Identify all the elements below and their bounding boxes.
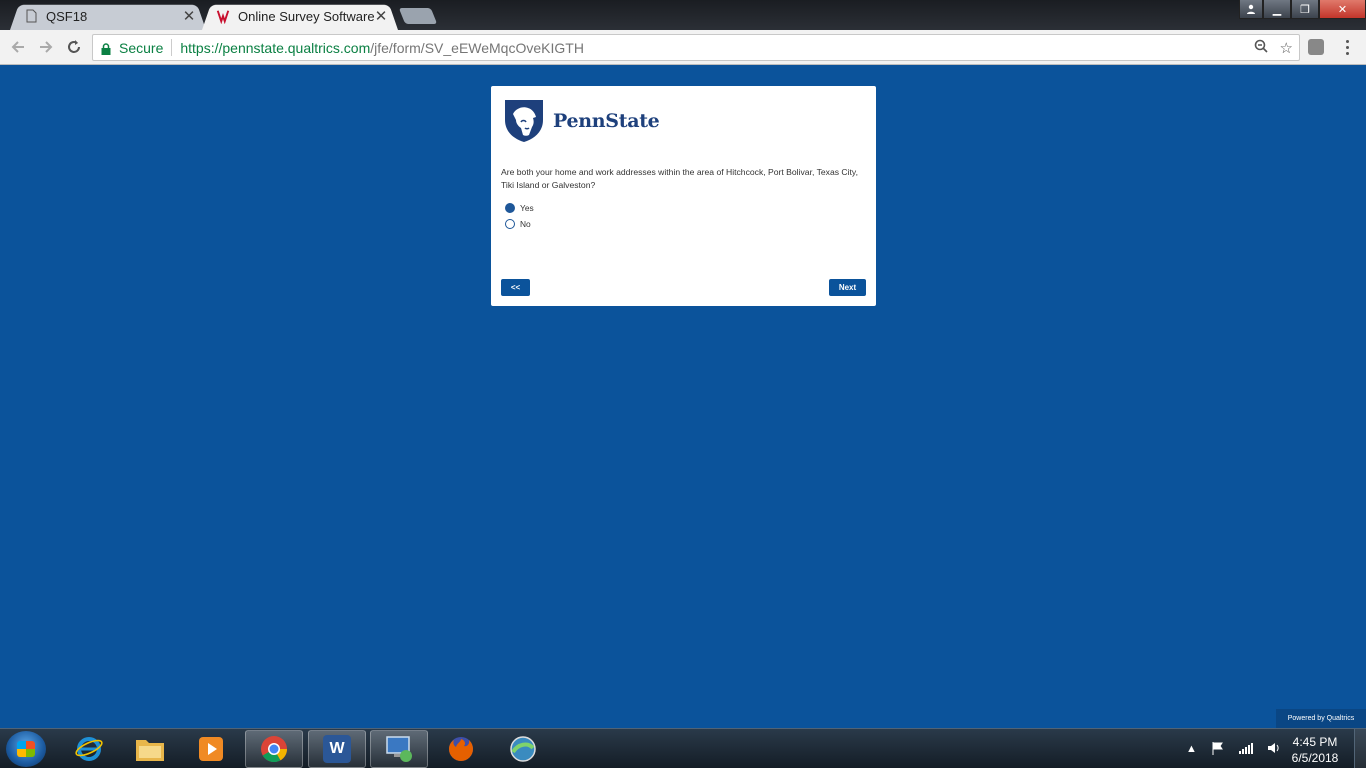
document-icon (24, 8, 38, 24)
qualtrics-icon (216, 8, 230, 24)
forward-arrow-icon[interactable] (36, 37, 56, 57)
browser-titlebar: QSF18 ✕ Online Survey Software | Q ✕ ▁ ❐… (0, 0, 1366, 30)
file-explorer-icon[interactable] (121, 730, 179, 768)
url-host: https://pennstate.qualtrics.com (180, 39, 371, 56)
clock-time: 4:45 PM (1292, 735, 1338, 749)
radio-button[interactable] (505, 219, 515, 229)
tab-online-survey-software[interactable]: Online Survey Software | Q ✕ (202, 2, 398, 30)
clock[interactable]: 4:45 PM 6/5/2018 (1280, 734, 1350, 766)
close-window-button[interactable]: ✕ (1319, 0, 1366, 19)
window-controls: ▁ ❐ ✕ (1239, 0, 1366, 20)
lock-icon (101, 42, 111, 55)
omnibox-actions: ☆ (1254, 39, 1293, 57)
choice-label: No (520, 219, 531, 229)
user-icon[interactable] (1239, 0, 1263, 19)
extension-icon[interactable] (1308, 39, 1324, 55)
start-button[interactable] (6, 731, 46, 767)
address-bar[interactable]: Secure https://pennstate.qualtrics.com /… (92, 34, 1300, 61)
show-desktop-button[interactable] (1354, 729, 1366, 768)
network-signal-icon[interactable] (1238, 742, 1253, 757)
maximize-button[interactable]: ❐ (1291, 0, 1319, 19)
show-hidden-icons-icon[interactable]: ▲ (1186, 743, 1197, 755)
windows-taskbar: W ▲ 4:45 PM 6/5/2018 (0, 728, 1366, 768)
minimize-button[interactable]: ▁ (1263, 0, 1291, 19)
chrome-icon[interactable] (245, 730, 303, 768)
back-button[interactable]: << (501, 279, 530, 296)
menu-icon[interactable] (1342, 38, 1352, 56)
browser-toolbar: Secure https://pennstate.qualtrics.com /… (0, 30, 1366, 65)
question-text: Are both your home and work addresses wi… (501, 167, 858, 190)
reload-icon[interactable] (64, 37, 84, 57)
zoom-icon[interactable] (1254, 39, 1268, 57)
star-icon[interactable]: ☆ (1280, 39, 1293, 57)
survey-card: PennState Are both your home and work ad… (491, 86, 876, 306)
powered-by-qualtrics-link[interactable]: Powered by Qualtrics (1276, 709, 1366, 728)
volume-icon[interactable] (1267, 741, 1281, 758)
network-app-icon[interactable] (494, 730, 552, 768)
remote-desktop-icon[interactable] (370, 730, 428, 768)
secure-label: Secure (119, 39, 164, 56)
close-icon[interactable]: ✕ (182, 7, 196, 25)
tab-title: QSF18 (46, 8, 88, 24)
word-icon[interactable]: W (308, 730, 366, 768)
url-path: /jfe/form/SV_eEWeMqcOveKIGTH (370, 39, 584, 56)
radio-button-selected[interactable] (505, 203, 515, 213)
internet-explorer-icon[interactable] (60, 730, 118, 768)
clock-date: 6/5/2018 (1291, 751, 1339, 765)
penn-state-shield-icon (505, 100, 543, 142)
back-arrow-icon[interactable] (8, 37, 28, 57)
action-center-flag-icon[interactable] (1211, 741, 1225, 758)
penn-state-logo: PennState (503, 98, 660, 144)
logo-wordmark: PennState (553, 110, 660, 132)
firefox-icon[interactable] (432, 730, 490, 768)
choice-no[interactable]: No (505, 219, 531, 229)
divider (171, 39, 173, 56)
new-tab-button[interactable] (398, 8, 438, 24)
close-icon[interactable]: ✕ (374, 7, 388, 25)
tab-title: Online Survey Software | Q (238, 8, 374, 24)
system-tray: ▲ (1186, 729, 1281, 768)
next-button[interactable]: Next (829, 279, 866, 296)
choice-label: Yes (520, 203, 534, 213)
media-player-icon[interactable] (182, 730, 240, 768)
word-letter: W (323, 735, 351, 763)
choice-yes[interactable]: Yes (505, 203, 534, 213)
tab-qsf18[interactable]: QSF18 ✕ (10, 2, 206, 30)
